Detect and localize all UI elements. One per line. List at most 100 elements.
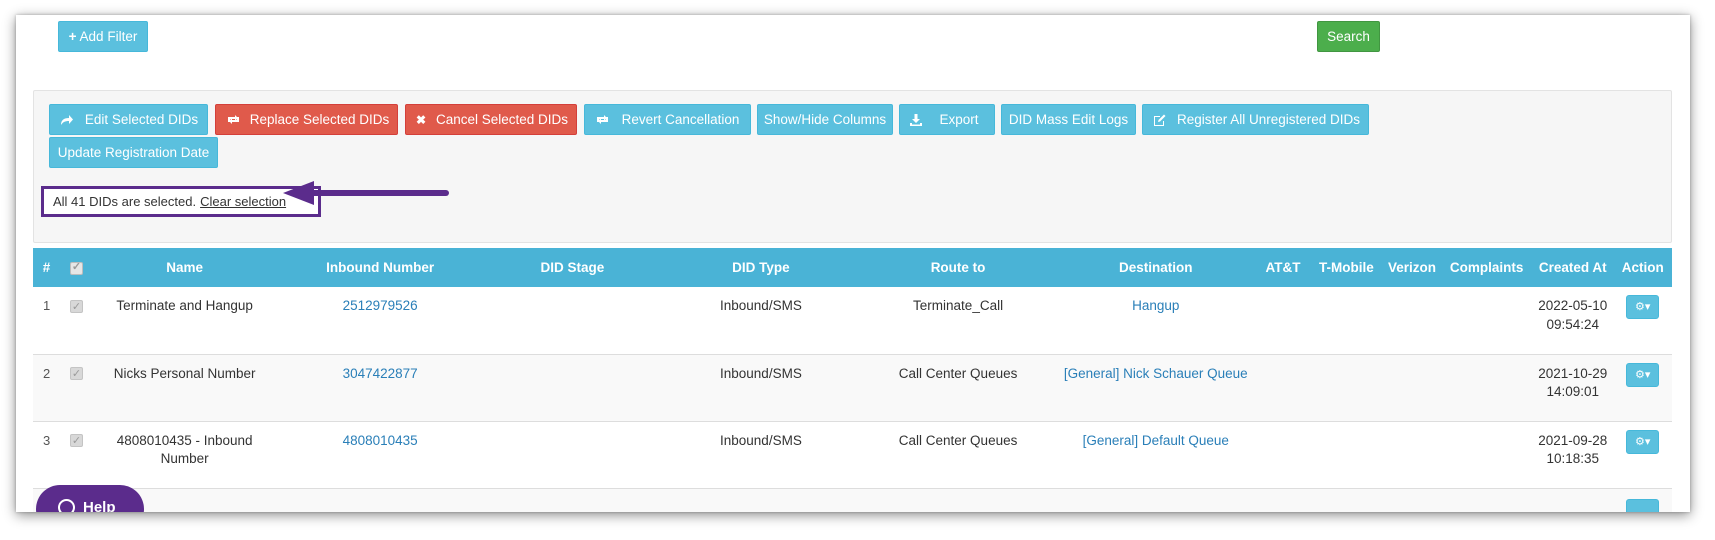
col-action: Action: [1621, 260, 1664, 275]
row-tmobile: [1310, 421, 1383, 488]
col-select-all[interactable]: [60, 248, 92, 287]
col-complaints[interactable]: Complaints: [1441, 248, 1532, 287]
export-label: Export: [939, 112, 979, 127]
destination-link[interactable]: [General] Nick Schauer Queue: [1064, 366, 1248, 381]
row-checkbox[interactable]: [69, 432, 83, 451]
table-row: 3 4808010435 - Inbound Number 4808010435…: [33, 421, 1672, 488]
row-att: [1256, 421, 1310, 488]
cancel-selected-label: Cancel Selected DIDs: [435, 112, 569, 127]
retweet-icon: [226, 114, 241, 125]
row-type: Inbound/SMS: [720, 298, 802, 313]
table-row: 2 Nicks Personal Number 3047422877 Inbou…: [33, 354, 1672, 421]
did-mass-edit-logs-button[interactable]: DID Mass Edit Logs: [1001, 104, 1136, 135]
app-frame: + Add Filter Search Edit Selected DIDs R…: [16, 15, 1690, 512]
row-checkbox[interactable]: [69, 298, 83, 316]
revert-cancellation-button[interactable]: Revert Cancellation: [584, 104, 751, 135]
help-button[interactable]: Help: [36, 485, 144, 512]
row-number: 2512979526: [277, 287, 484, 354]
destination-link[interactable]: [General] Default Queue: [1083, 433, 1229, 448]
export-button[interactable]: Export: [899, 104, 995, 135]
row-complaints: [1441, 354, 1532, 421]
row-tmobile: [1310, 354, 1383, 421]
gear-icon[interactable]: ⚙▾: [1626, 295, 1660, 320]
row-select[interactable]: [60, 287, 92, 354]
row-index: 2: [43, 365, 51, 381]
row-route: Call Center Queues: [898, 365, 1018, 381]
inbound-number-link[interactable]: 4808010435: [343, 433, 418, 448]
row-att: [1256, 354, 1310, 421]
row-action: ⚙▾: [1613, 354, 1672, 421]
row-complaints: [1441, 421, 1532, 488]
col-verizon[interactable]: Verizon: [1383, 248, 1441, 287]
destination-link[interactable]: Hangup: [1132, 298, 1179, 313]
chat-icon: [58, 499, 75, 512]
col-destination[interactable]: Destination: [1056, 248, 1256, 287]
row-select[interactable]: [60, 421, 92, 488]
row-stage: [484, 354, 662, 421]
add-filter-button[interactable]: + Add Filter: [58, 21, 148, 52]
row-action: ⚙▾: [1613, 287, 1672, 354]
row-created: 2021-09-28 10:18:35: [1538, 432, 1608, 467]
search-label: Search: [1327, 29, 1370, 44]
row-att: [1256, 287, 1310, 354]
row-verizon: [1383, 287, 1441, 354]
row-route: Terminate_Call: [913, 298, 1004, 313]
row-destination: Hangup: [1056, 287, 1256, 354]
gear-icon[interactable]: ⚙▾: [1626, 362, 1660, 387]
download-icon: [910, 113, 922, 126]
show-hide-columns-label: Show/Hide Columns: [763, 112, 887, 127]
row-created: 2022-05-10 09:54:24: [1538, 298, 1608, 332]
row-number: 3047422877: [277, 354, 484, 421]
row-name: Terminate and Hangup: [116, 298, 253, 313]
row-verizon: [1383, 421, 1441, 488]
col-inbound-number[interactable]: Inbound Number: [277, 248, 484, 287]
edit-selected-button[interactable]: Edit Selected DIDs: [49, 104, 208, 135]
row-type: Inbound/SMS: [720, 432, 802, 448]
row-index: 3: [43, 432, 51, 448]
row-destination: [General] Default Queue: [1056, 421, 1256, 488]
col-did-stage[interactable]: DID Stage: [484, 248, 662, 287]
col-att[interactable]: AT&T: [1256, 248, 1310, 287]
gear-icon[interactable]: ⚙▾: [1626, 429, 1660, 454]
row-name: Nicks Personal Number: [113, 365, 256, 381]
row-complaints: [1441, 287, 1532, 354]
col-route-to[interactable]: Route to: [861, 248, 1056, 287]
search-button[interactable]: Search: [1317, 21, 1380, 52]
select-all-checkbox[interactable]: [69, 260, 83, 275]
col-tmobile[interactable]: T-Mobile: [1310, 248, 1383, 287]
row-verizon: [1383, 354, 1441, 421]
edit-selected-label: Edit Selected DIDs: [84, 112, 199, 127]
row-select[interactable]: [60, 354, 92, 421]
clear-selection-link[interactable]: Clear selection: [200, 194, 286, 209]
row-type: Inbound/SMS: [720, 365, 802, 381]
inbound-number-link[interactable]: 3047422877: [343, 366, 418, 381]
row-checkbox[interactable]: [69, 365, 83, 384]
replace-selected-button[interactable]: Replace Selected DIDs: [215, 104, 398, 135]
gear-icon[interactable]: [1626, 498, 1660, 512]
did-mass-edit-logs-label: DID Mass Edit Logs: [1008, 112, 1129, 127]
row-name: 4808010435 - Inbound Number: [116, 432, 253, 467]
table-row: 1 Terminate and Hangup 2512979526 Inboun…: [33, 287, 1672, 354]
row-created: 2021-10-29 14:09:01: [1538, 365, 1608, 400]
add-filter-label: Add Filter: [79, 29, 138, 44]
col-index: #: [42, 260, 51, 275]
row-number: 4808010435: [277, 421, 484, 488]
share-arrow-icon: [60, 114, 74, 126]
table-row: [33, 488, 1672, 512]
row-destination: [General] Nick Schauer Queue: [1056, 354, 1256, 421]
col-created-at[interactable]: Created At: [1532, 248, 1613, 287]
col-name[interactable]: Name: [93, 248, 277, 287]
arrow-left-icon: [283, 181, 449, 205]
did-table: # Name Inbound Number DID Stage DID Type…: [33, 248, 1672, 512]
inbound-number-link[interactable]: 2512979526: [343, 298, 418, 313]
col-did-type[interactable]: DID Type: [661, 248, 860, 287]
show-hide-columns-button[interactable]: Show/Hide Columns: [757, 104, 893, 135]
row-action: [1613, 488, 1672, 512]
row-tmobile: [1310, 287, 1383, 354]
selection-notice: All 41 DIDs are selected. Clear selectio…: [41, 186, 321, 217]
update-registration-date-button[interactable]: Update Registration Date: [49, 137, 218, 168]
cancel-selected-button[interactable]: ✖ Cancel Selected DIDs: [405, 104, 577, 135]
selection-text: All 41 DIDs are selected.: [53, 194, 197, 209]
register-all-unregistered-button[interactable]: Register All Unregistered DIDs: [1142, 104, 1369, 135]
register-all-label: Register All Unregistered DIDs: [1176, 112, 1361, 127]
